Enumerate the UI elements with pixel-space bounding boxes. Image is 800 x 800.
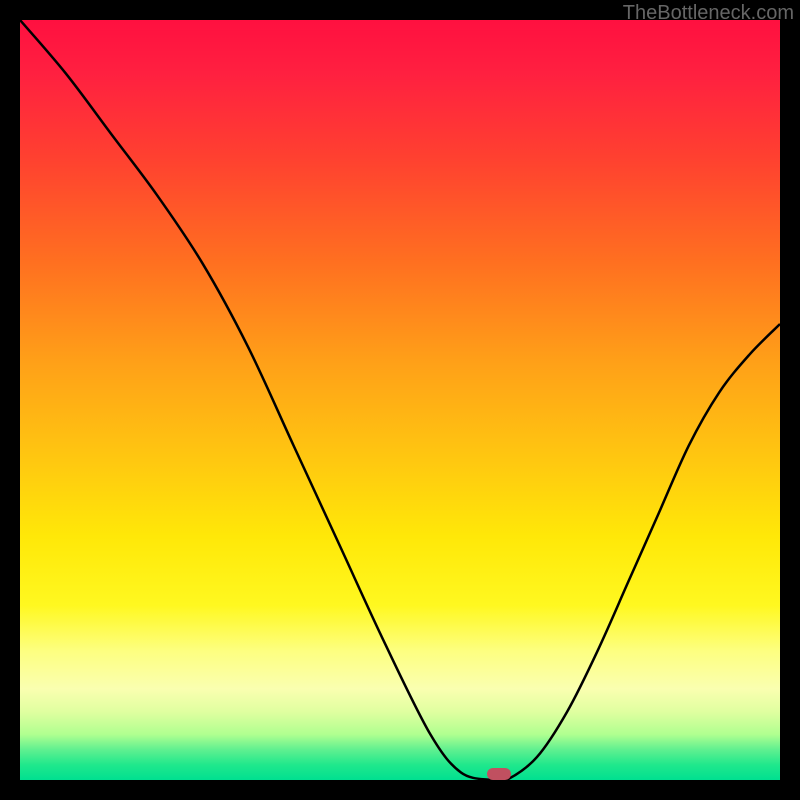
curve-svg [20, 20, 780, 780]
chart-container: TheBottleneck.com [0, 0, 800, 800]
bottleneck-curve-path [20, 20, 780, 780]
plot-area [20, 20, 780, 780]
optimal-marker [487, 768, 511, 780]
watermark-label: TheBottleneck.com [623, 2, 794, 25]
